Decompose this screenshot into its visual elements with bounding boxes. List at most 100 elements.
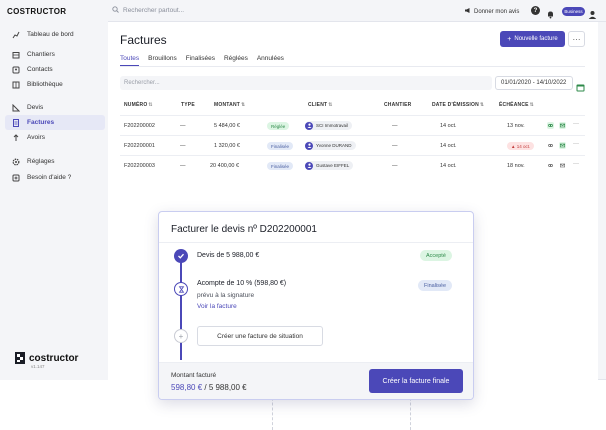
- status-badge: Réglée: [267, 122, 290, 130]
- sidebar-item-help[interactable]: Besoin d'aide ?: [5, 170, 105, 185]
- sidebar: COSTRUCTOR Tableau de bord Chantiers Con…: [0, 0, 108, 380]
- sidebar-item-chantiers[interactable]: Chantiers: [5, 47, 105, 62]
- link-icon[interactable]: [547, 162, 554, 169]
- column-header-type[interactable]: TYPE: [181, 102, 195, 108]
- table-row[interactable]: F202200002 — 5 484,00 € Réglée SCI Immot…: [120, 115, 585, 135]
- view-invoice-link[interactable]: Voir la facture: [197, 303, 237, 310]
- global-search[interactable]: Rechercher partout...: [112, 6, 184, 15]
- contacts-icon: [12, 66, 20, 74]
- more-options-button[interactable]: ···: [568, 31, 585, 47]
- sidebar-item-label: Besoin d'aide ?: [27, 174, 72, 181]
- status-badge-finalized: Finalisée: [418, 280, 453, 291]
- sort-icon: ⇅: [241, 102, 246, 108]
- app-version: v1.147: [31, 364, 45, 369]
- sort-icon: ⇅: [328, 102, 333, 108]
- cell-chantier: —: [392, 163, 398, 169]
- global-search-placeholder: Rechercher partout...: [123, 7, 185, 14]
- email-icon[interactable]: [559, 162, 566, 169]
- sidebar-item-devis[interactable]: Devis: [5, 100, 105, 115]
- help-icon[interactable]: ?: [531, 6, 540, 15]
- invoice-search-input[interactable]: Rechercher...: [120, 76, 492, 90]
- cell-numero: F202200003: [124, 163, 155, 169]
- gear-icon: [12, 158, 20, 166]
- column-header-numero[interactable]: NUMÉRO⇅: [124, 102, 153, 108]
- topbar: Rechercher partout... Donner mon avis ? …: [108, 0, 606, 22]
- page-title: Factures: [120, 33, 167, 47]
- search-icon: [112, 6, 119, 15]
- calendar-icon[interactable]: [576, 79, 585, 97]
- sidebar-item-label: Réglages: [27, 158, 55, 165]
- column-header-emission[interactable]: DATE D'ÉMISSION⇅: [432, 102, 484, 108]
- column-header-montant[interactable]: MONTANT⇅: [214, 102, 245, 108]
- feedback-label: Donner mon avis: [474, 8, 520, 15]
- sidebar-item-factures[interactable]: Factures: [5, 115, 105, 130]
- sidebar-item-label: Avoirs: [27, 134, 45, 141]
- client-chip[interactable]: Yvonne DURAND: [305, 141, 356, 150]
- sidebar-item-avoirs[interactable]: Avoirs: [5, 130, 105, 145]
- status-badge: Finalisée: [267, 142, 294, 150]
- client-chip[interactable]: SCI Immotravail: [305, 121, 353, 130]
- tab-toutes[interactable]: Toutes: [120, 55, 140, 66]
- link-icon[interactable]: [547, 142, 554, 149]
- cell-numero: F202200002: [124, 123, 155, 129]
- user-avatar-icon: [305, 161, 313, 170]
- sidebar-item-label: Chantiers: [27, 51, 55, 58]
- sidebar-item-contacts[interactable]: Contacts: [5, 62, 105, 77]
- progress-timeline: [180, 258, 182, 360]
- tab-brouillons[interactable]: Brouillons: [148, 55, 177, 66]
- row-more-button[interactable]: ···: [573, 141, 579, 147]
- sidebar-item-label: Contacts: [27, 66, 53, 73]
- library-icon: [12, 81, 20, 89]
- user-avatar-icon: [305, 141, 313, 150]
- create-situation-invoice-button[interactable]: Créer une facture de situation: [197, 326, 323, 346]
- sidebar-item-reglages[interactable]: Réglages: [5, 154, 105, 169]
- date-range-picker[interactable]: 01/01/2020 - 14/10/2022: [495, 76, 573, 90]
- sidebar-item-label: Tableau de bord: [27, 31, 74, 38]
- overdue-badge: ▲ 14 oct.: [507, 142, 535, 150]
- email-icon[interactable]: [559, 142, 566, 149]
- tab-finalisees[interactable]: Finalisées: [186, 55, 215, 66]
- cell-chantier: —: [392, 123, 398, 129]
- cell-echeance: 13 nov.: [507, 123, 525, 129]
- row-more-button[interactable]: ···: [573, 121, 579, 127]
- sidebar-item-dashboard[interactable]: Tableau de bord: [5, 27, 105, 42]
- column-header-chantier[interactable]: CHANTIER: [384, 102, 411, 108]
- table-row[interactable]: F202200003 — 20 400,00 € Finalisée Gusta…: [120, 155, 585, 175]
- brand-logo: COSTRUCTOR: [7, 7, 67, 16]
- sidebar-item-label: Devis: [27, 104, 44, 111]
- cell-emission: 14 oct.: [440, 123, 457, 129]
- email-icon[interactable]: [559, 122, 566, 129]
- megaphone-icon: [464, 7, 471, 16]
- tab-annulees[interactable]: Annulées: [257, 55, 284, 66]
- step-deposit-title: Acompte de 10 % (598,80 €): [197, 280, 287, 287]
- sort-icon: ⇅: [479, 102, 485, 108]
- column-header-echeance[interactable]: ÉCHÉANCE⇅: [499, 102, 534, 108]
- sort-icon: ⇅: [529, 102, 535, 108]
- new-invoice-button[interactable]: + Nouvelle facture: [500, 31, 565, 47]
- plus-icon: +: [507, 35, 512, 43]
- table-row[interactable]: F202200001 — 1 320,00 € Finalisée Yvonne…: [120, 135, 585, 155]
- cell-type: —: [180, 143, 186, 149]
- sidebar-item-library[interactable]: Bibliothèque: [5, 77, 105, 92]
- row-more-button[interactable]: ···: [573, 161, 579, 167]
- billed-amount-label: Montant facturé: [171, 372, 217, 379]
- help-plus-icon: [12, 174, 20, 182]
- cell-emission: 14 oct.: [440, 143, 457, 149]
- cell-type: —: [180, 163, 186, 169]
- new-invoice-label: Nouvelle facture: [514, 36, 558, 42]
- plan-badge[interactable]: Business: [562, 7, 585, 16]
- create-final-invoice-button[interactable]: Créer la facture finale: [369, 369, 463, 393]
- sort-icon: ⇅: [148, 102, 153, 108]
- column-header-client[interactable]: CLIENT⇅: [308, 102, 333, 108]
- client-chip[interactable]: Gustave EIFFEL: [305, 161, 354, 170]
- sidebar-item-label: Bibliothèque: [27, 81, 63, 88]
- invoice-quote-modal: Facturer le devis nº D202200001 Devis de…: [158, 211, 474, 400]
- feedback-button[interactable]: Donner mon avis: [464, 7, 519, 16]
- tab-reglees[interactable]: Réglées: [224, 55, 248, 66]
- quote-icon: [12, 103, 20, 112]
- status-badge: Finalisée: [267, 162, 294, 170]
- invoice-icon: [12, 118, 20, 127]
- link-icon[interactable]: [547, 122, 554, 129]
- invoice-tabs: Toutes Brouillons Finalisées Réglées Ann…: [120, 55, 293, 66]
- credit-icon: [12, 133, 20, 142]
